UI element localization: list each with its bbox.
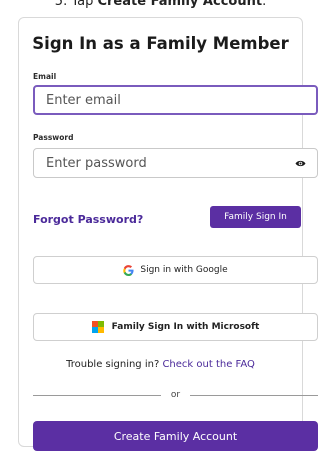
or-divider: or: [33, 388, 318, 402]
forgot-password-link[interactable]: Forgot Password?: [33, 213, 143, 226]
divider-line-left: [33, 394, 161, 396]
instruction-prefix: 5. Tap: [54, 0, 98, 9]
trouble-text: Trouble signing in?: [66, 359, 160, 370]
google-sign-in-button[interactable]: Sign in with Google: [33, 256, 318, 284]
microsoft-icon: [91, 321, 104, 333]
instruction-emphasis: Create Family Account: [97, 0, 263, 9]
trouble-signing-in: Trouble signing in? Check out the FAQ: [19, 359, 302, 370]
instruction-suffix: .: [262, 0, 267, 9]
or-text: or: [170, 390, 181, 400]
google-button-label: Sign in with Google: [140, 265, 228, 275]
instruction-text: 5. Tap Create Family Account.: [0, 0, 321, 9]
google-icon: [123, 264, 134, 276]
faq-link[interactable]: Check out the FAQ: [162, 359, 254, 370]
password-field[interactable]: Enter password: [33, 148, 318, 178]
create-family-account-button[interactable]: Create Family Account: [33, 421, 318, 451]
page-title: Sign In as a Family Member: [32, 34, 289, 53]
email-field[interactable]: Enter email: [33, 85, 318, 115]
password-label: Password: [33, 133, 74, 142]
divider-line-right: [190, 394, 318, 396]
microsoft-sign-in-button[interactable]: Family Sign In with Microsoft: [33, 313, 318, 341]
email-placeholder: Enter email: [46, 92, 121, 108]
eye-icon[interactable]: [295, 159, 306, 168]
password-placeholder: Enter password: [46, 155, 147, 171]
microsoft-button-label: Family Sign In with Microsoft: [111, 322, 260, 332]
email-label: Email: [33, 72, 57, 81]
family-sign-in-button[interactable]: Family Sign In: [210, 206, 301, 228]
sign-in-card: Sign In as a Family Member Email Enter e…: [18, 17, 318, 451]
